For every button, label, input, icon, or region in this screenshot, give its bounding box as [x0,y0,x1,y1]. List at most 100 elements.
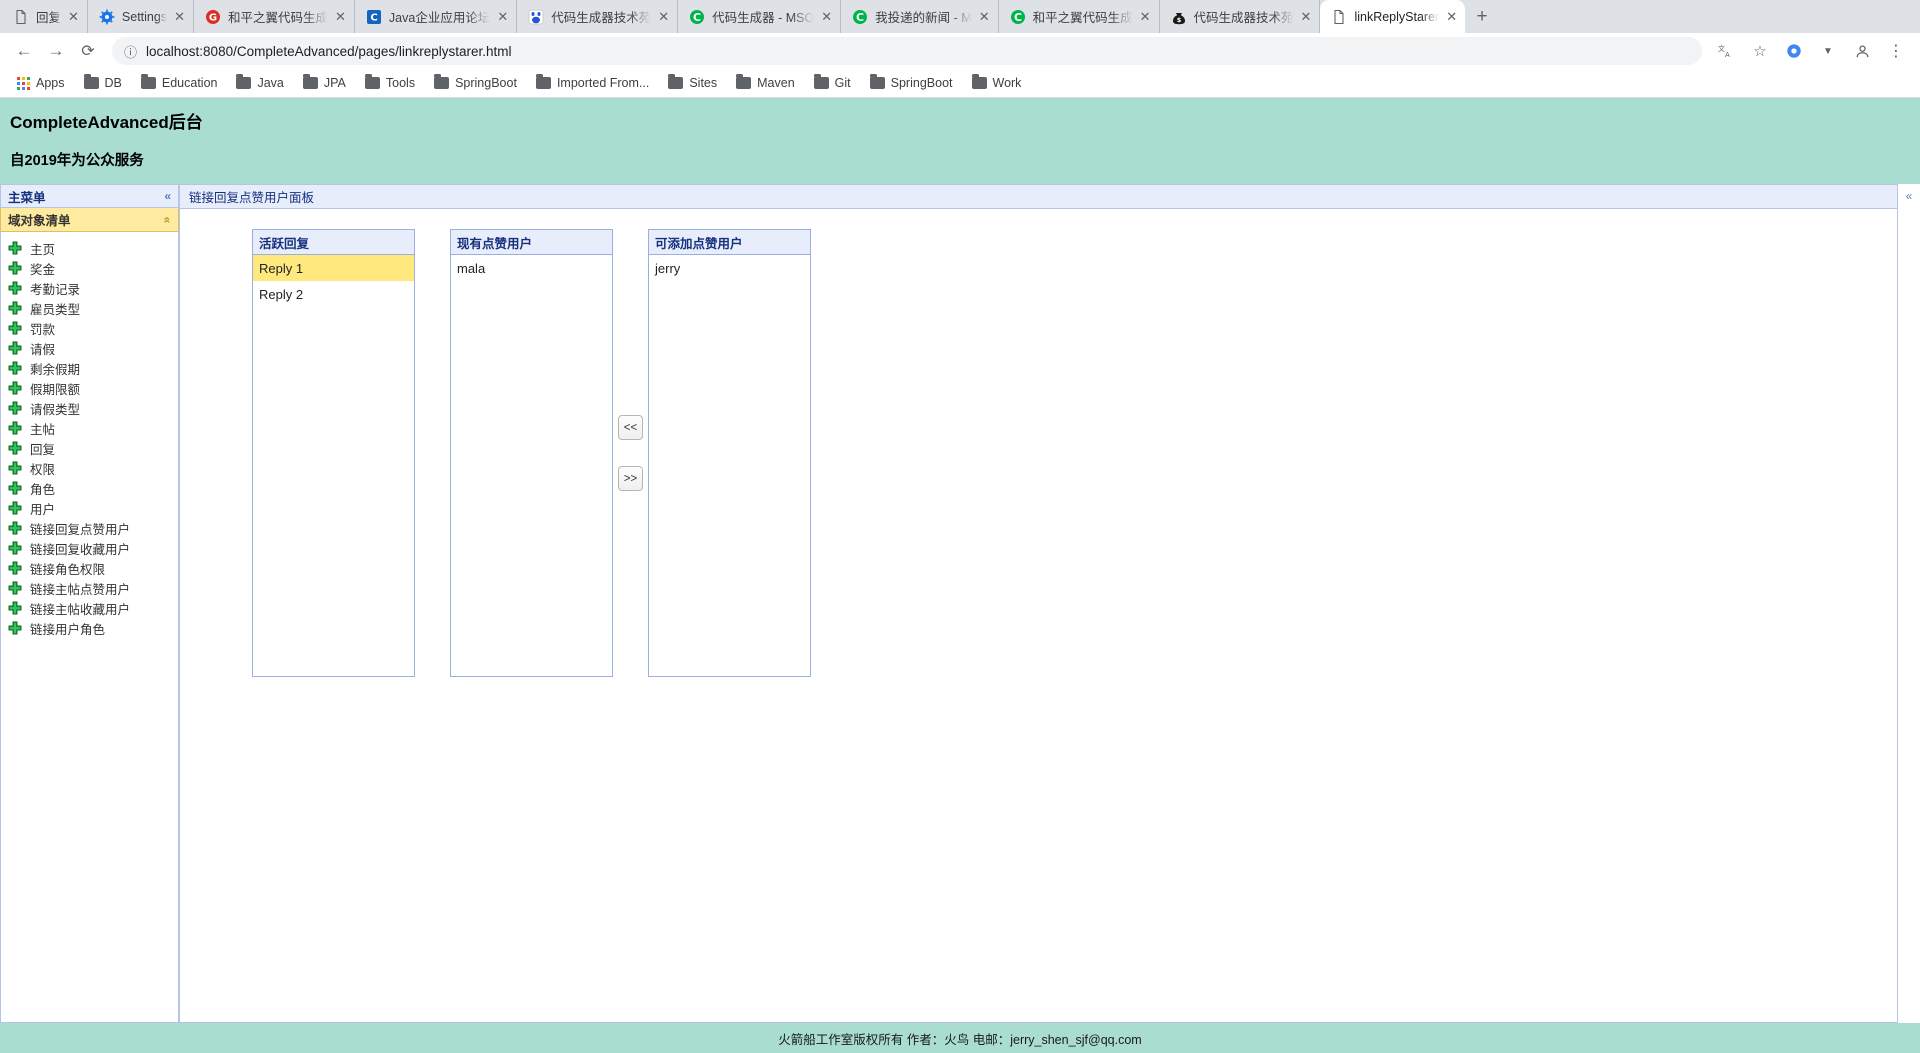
collapse-right-icon[interactable]: « [1906,189,1913,1023]
domain-objects-header[interactable]: 域对象清单 « [0,208,179,232]
tab-label: 代码生成器技术苑 [551,11,652,25]
sidebar-item[interactable]: 雇员类型 [1,298,178,318]
plus-circle-icon [8,601,22,615]
svg-text:G: G [209,12,217,23]
sidebar-item[interactable]: 链接角色权限 [1,558,178,578]
profile-avatar-icon[interactable] [1847,36,1877,66]
reload-icon[interactable]: ⟳ [73,36,103,66]
list-item[interactable]: Reply 2 [253,281,414,307]
app-header: CompleteAdvanced后台 自2019年为公众服务 [0,98,1920,184]
browser-tab[interactable]: 代码生成器技术苑 ✕ [517,0,679,33]
bookmark-label: Tools [385,76,416,90]
bookmark-item[interactable]: DB [76,73,130,93]
browser-tab[interactable]: G 和平之翼代码生成 ✕ [194,0,355,33]
tab-close-icon[interactable]: ✕ [174,10,185,23]
bookmark-item[interactable]: Apps [9,73,73,93]
sidebar-item[interactable]: 权限 [1,458,178,478]
sidebar-item[interactable]: 链接回复收藏用户 [1,538,178,558]
browser-tab[interactable]: C 代码生成器 - MSO ✕ [678,0,842,33]
browser-tab[interactable]: $ 代码生成器技术苑 ✕ [1160,0,1321,33]
sidebar-item[interactable]: 考勤记录 [1,278,178,298]
bookmark-item[interactable]: Tools [357,73,423,93]
bookmark-item[interactable]: Maven [728,73,803,93]
sidebar-item[interactable]: 奖金 [1,258,178,278]
sidebar-item[interactable]: 罚款 [1,318,178,338]
bookmark-item[interactable]: Sites [660,73,725,93]
move-right-button[interactable]: >> [618,466,643,491]
transfer-list-items: jerry [649,255,810,676]
tab-close-icon[interactable]: ✕ [497,10,508,23]
browser-tab[interactable]: C 和平之翼代码生成 ✕ [999,0,1160,33]
tab-close-icon[interactable]: ✕ [1446,10,1457,23]
forward-icon[interactable]: → [41,36,71,66]
list-item[interactable]: jerry [649,255,810,281]
browser-tab[interactable]: linkReplyStarer ✕ [1320,0,1466,33]
tab-close-icon[interactable]: ✕ [335,10,346,23]
sidebar-item-label: 权限 [30,462,56,477]
sidebar-item[interactable]: 链接主帖点赞用户 [1,578,178,598]
tab-close-icon[interactable]: ✕ [1140,10,1151,23]
sidebar-item[interactable]: 剩余假期 [1,358,178,378]
tab-close-icon[interactable]: ✕ [68,10,79,23]
collapse-left-icon[interactable]: « [164,189,171,203]
move-left-button[interactable]: << [618,415,643,440]
sidebar-item[interactable]: 主帖 [1,418,178,438]
sidebar-item-label: 链接角色权限 [30,562,106,577]
sidebar-item[interactable]: 链接主帖收藏用户 [1,598,178,618]
sidebar-item-label: 链接用户角色 [30,622,106,637]
list-item[interactable]: Reply 1 [253,255,414,281]
tab-close-icon[interactable]: ✕ [1301,10,1312,23]
browser-tab[interactable]: C Java企业应用论坛 ✕ [355,0,518,33]
sidebar-item[interactable]: 回复 [1,438,178,458]
sidebar-item[interactable]: 链接回复点赞用户 [1,518,178,538]
browser-tab[interactable]: C 我投递的新闻 - M ✕ [841,0,999,33]
bookmark-item[interactable]: Java [228,73,291,93]
bookmark-label: Git [834,76,851,90]
browser-tab[interactable]: Settings ✕ [88,0,194,33]
baidu-icon [528,9,544,24]
sidebar-item[interactable]: 用户 [1,498,178,518]
browser-tab[interactable]: 回复 ✕ [2,0,88,33]
transfer-buttons: << >> [613,229,648,677]
tab-close-icon[interactable]: ✕ [821,10,832,23]
tab-close-icon[interactable]: ✕ [979,10,990,23]
address-bar[interactable]: ⓘ localhost:8080/CompleteAdvanced/pages/… [112,37,1702,65]
sidebar-item-label: 角色 [30,482,56,497]
sidebar-item[interactable]: 假期限额 [1,378,178,398]
bookmark-item[interactable]: SpringBoot [426,73,525,93]
chevron-up-icon[interactable]: « [161,216,175,223]
sidebar-item-label: 罚款 [30,322,56,337]
sidebar-item[interactable]: 请假 [1,338,178,358]
plus-circle-icon [8,421,22,435]
new-tab-button[interactable]: + [1465,0,1499,33]
tab-label: 回复 [36,11,62,25]
page-body: 主菜单 « 域对象清单 « 主页 奖金 考勤记录 雇员类型 罚款 请假 剩余假期 假期限额 请假… [0,184,1920,1023]
sidebar-item[interactable]: 主页 [1,238,178,258]
folder-icon [83,74,99,89]
bookmark-item[interactable]: Work [964,73,1030,93]
site-info-icon[interactable]: ⓘ [124,42,137,61]
tab-close-icon[interactable]: ✕ [658,10,669,23]
browser-menu-icon[interactable]: ⋮ [1881,36,1911,66]
extension-icon[interactable] [1779,36,1809,66]
bookmark-item[interactable]: Imported From... [528,73,657,93]
svg-text:C: C [693,10,701,23]
bookmark-star-icon[interactable]: ☆ [1745,36,1775,66]
plus-circle-icon [8,321,22,335]
folder-icon [302,74,318,89]
list-item[interactable]: mala [451,255,612,281]
bookmark-item[interactable]: Git [806,73,859,93]
svg-text:C: C [856,10,864,23]
sidebar-item[interactable]: 链接用户角色 [1,618,178,638]
bookmark-item[interactable]: SpringBoot [862,73,961,93]
bookmark-item[interactable]: Education [133,73,226,93]
back-icon[interactable]: ← [9,36,39,66]
plus-circle-icon [8,301,22,315]
page-footer: 火箭船工作室版权所有 作者：火鸟 电邮：jerry_shen_sjf@qq.co… [0,1023,1920,1053]
sidebar-item[interactable]: 请假类型 [1,398,178,418]
translate-icon[interactable]: 文A [1711,36,1741,66]
sidebar-item-label: 用户 [30,502,56,517]
chevron-down-icon[interactable]: ▼ [1813,36,1843,66]
bookmark-item[interactable]: JPA [295,73,354,93]
sidebar-item[interactable]: 角色 [1,478,178,498]
